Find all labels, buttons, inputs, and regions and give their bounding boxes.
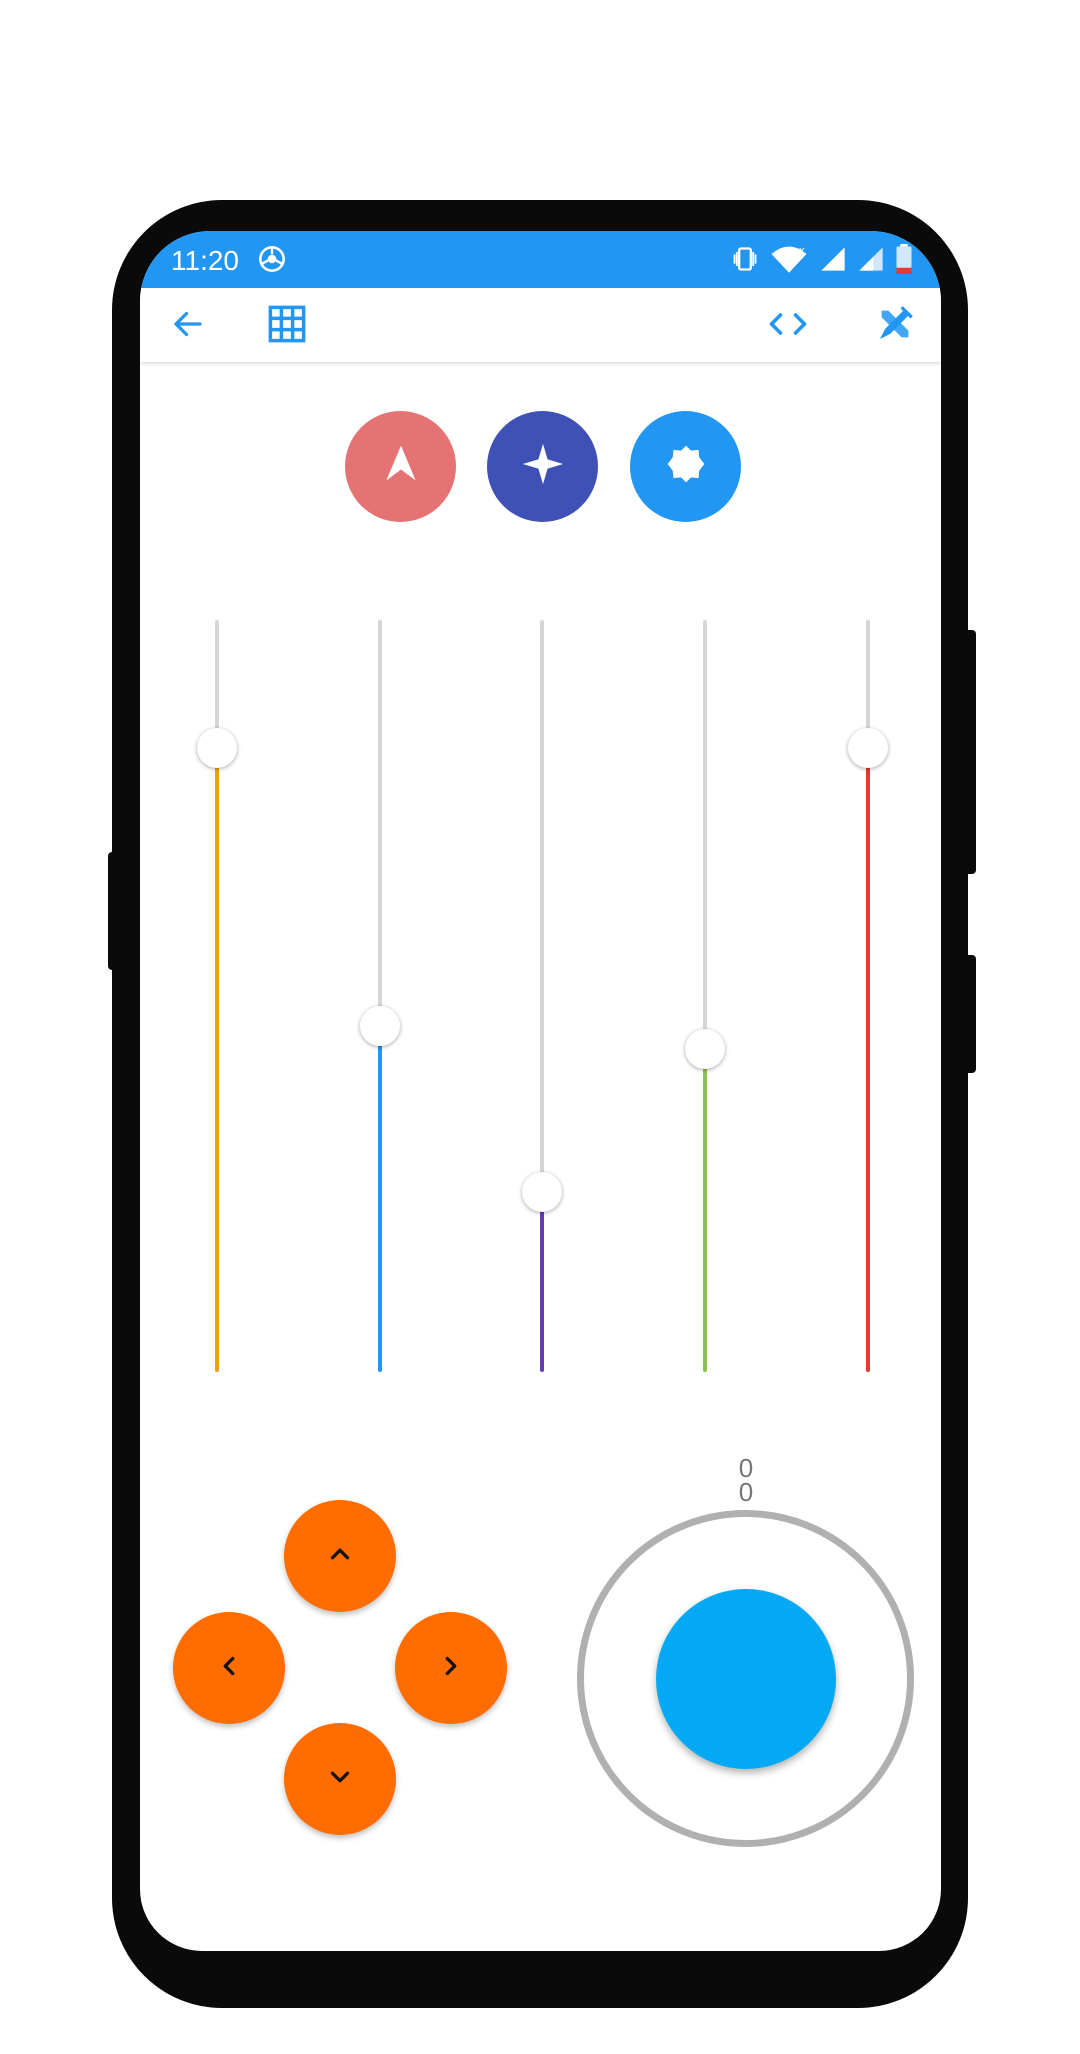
app-bar: [140, 288, 941, 362]
chevron-left-icon: [214, 1651, 244, 1686]
slider-green[interactable]: [685, 620, 725, 1372]
back-arrow-icon: [170, 306, 206, 347]
slider-fill: [540, 1191, 544, 1372]
grid-button[interactable]: [265, 304, 309, 348]
slider-fill: [215, 747, 219, 1372]
side-button: [964, 955, 976, 1073]
navigation-button[interactable]: [345, 411, 456, 522]
dpad-right-button[interactable]: [395, 1612, 507, 1724]
chevron-up-icon: [325, 1539, 355, 1574]
slider-thumb[interactable]: [360, 1006, 400, 1047]
slider-red[interactable]: [848, 620, 888, 1372]
power-button: [964, 630, 976, 874]
badge-button[interactable]: [630, 411, 741, 522]
dpad-down-button[interactable]: [284, 1723, 396, 1835]
vibrate-icon: [731, 245, 759, 278]
code-button[interactable]: [766, 304, 810, 348]
grid-icon: [266, 303, 308, 350]
wifi-icon: x: [769, 244, 809, 279]
screen: 11:20 x 0 0: [140, 231, 941, 1951]
sparkle-icon: [521, 442, 565, 491]
chevron-right-icon: [436, 1651, 466, 1686]
slider-thumb[interactable]: [848, 727, 888, 768]
navigation-arrow-icon: [379, 442, 423, 491]
slider-fill: [866, 747, 870, 1372]
slider-thumb[interactable]: [197, 727, 237, 768]
status-time: 11:20: [171, 245, 239, 276]
slider-fill: [378, 1026, 382, 1372]
slider-orange[interactable]: [197, 620, 237, 1372]
svg-text:x: x: [799, 245, 805, 257]
sparkle-button[interactable]: [487, 411, 598, 522]
slider-thumb[interactable]: [685, 1028, 725, 1069]
slider-fill: [703, 1048, 707, 1372]
joystick-y-value: 0: [738, 1477, 754, 1507]
dpad-up-button[interactable]: [284, 1500, 396, 1612]
design-tools-button[interactable]: [873, 304, 917, 348]
signal-icon: [819, 245, 847, 278]
status-bar: 11:20 x: [140, 231, 941, 288]
slider-purple[interactable]: [522, 620, 562, 1372]
slider-blue[interactable]: [360, 620, 400, 1372]
chrome-icon: [258, 245, 286, 278]
chevron-down-icon: [325, 1762, 355, 1797]
dpad-left-button[interactable]: [173, 1612, 285, 1724]
battery-low-icon: [895, 244, 913, 279]
volume-button: [108, 852, 116, 970]
code-icon: [767, 306, 809, 347]
joystick-knob[interactable]: [656, 1589, 836, 1769]
slider-thumb[interactable]: [522, 1171, 562, 1212]
design-tools-icon: [875, 304, 915, 349]
signal-icon: [857, 245, 885, 278]
back-button[interactable]: [166, 304, 210, 348]
badge-seal-icon: [666, 444, 706, 489]
